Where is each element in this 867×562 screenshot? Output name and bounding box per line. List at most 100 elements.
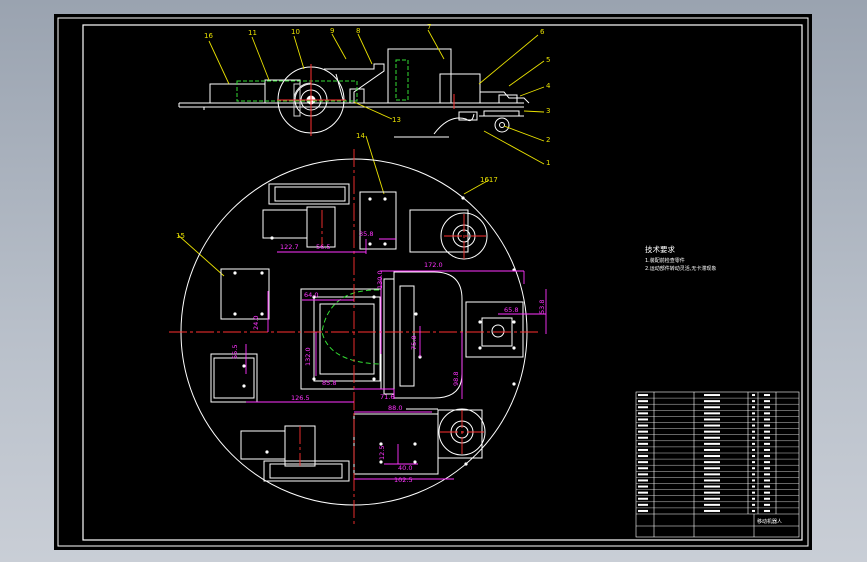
parts-list-glyph: [638, 509, 648, 512]
part-numbers: 16 11 10 9 8 7 6 5 4 3 2 1 13 14 15 1617: [176, 23, 551, 240]
parts-list-glyph: [752, 497, 755, 500]
parts-list-glyph: [764, 406, 770, 409]
title-block-name: 移动机器人: [757, 518, 782, 525]
parts-list-glyph: [764, 509, 770, 512]
part-label-4: 4: [546, 82, 551, 90]
dim-132-0: 132.0: [304, 347, 312, 366]
dim-55-5: 55.5: [231, 345, 239, 359]
dim-40-0: 40.0: [398, 464, 412, 472]
outer-border: [57, 17, 809, 547]
parts-list-glyph: [752, 400, 755, 403]
notes-title: 技术要求: [645, 244, 675, 254]
parts-list-glyph: [638, 479, 648, 482]
parts-list-glyph: [764, 485, 770, 488]
parts-list-glyph: [752, 485, 755, 488]
part-label-14: 14: [356, 132, 365, 140]
parts-list-glyph: [638, 412, 648, 415]
parts-list-glyph: [638, 497, 648, 500]
parts-list-glyph: [764, 473, 770, 476]
dim-12-5: 12.5: [378, 446, 386, 460]
cad-drawing: 16 11 10 9 8 7 6 5 4 3 2 1 13 14 15 1617: [57, 17, 809, 547]
parts-list-glyph: [638, 503, 648, 506]
part-label-5: 5: [546, 56, 550, 64]
parts-list-glyph: [764, 497, 770, 500]
parts-list-glyph: [752, 455, 755, 458]
parts-list-glyph: [638, 448, 648, 451]
parts-list-glyph: [704, 503, 720, 506]
parts-list-glyph: [704, 448, 720, 451]
notes-line-1: 1.装配前检查零件: [645, 257, 685, 264]
parts-list-glyph: [764, 491, 770, 494]
parts-list-glyph: [764, 412, 770, 415]
parts-list-glyph: [638, 485, 648, 488]
parts-list-glyph: [704, 442, 720, 445]
parts-list-glyph: [752, 430, 755, 433]
dim-75-0: 75.0: [410, 336, 418, 350]
dimension-lines: [245, 238, 547, 480]
parts-list-glyph: [704, 436, 720, 439]
part-label-8: 8: [356, 27, 360, 35]
parts-list-glyph: [704, 406, 720, 409]
parts-list-glyph: [638, 455, 648, 458]
parts-list-glyph: [764, 394, 770, 397]
parts-list-glyph: [704, 424, 720, 427]
part-label-3: 3: [546, 107, 550, 115]
parts-list-glyph: [752, 394, 755, 397]
dim-172-0: 172.0: [424, 261, 443, 269]
parts-list-glyph: [638, 400, 648, 403]
parts-list-glyph: [764, 479, 770, 482]
parts-list-glyph: [752, 467, 755, 470]
parts-list-glyph: [704, 497, 720, 500]
plan-centerlines: [169, 149, 539, 524]
parts-list-glyph: [752, 473, 755, 476]
drawing-sheet: 16 11 10 9 8 7 6 5 4 3 2 1 13 14 15 1617: [54, 14, 812, 550]
parts-list-glyph: [704, 461, 720, 464]
part-label-1: 1: [546, 159, 550, 167]
parts-list-glyph: [638, 442, 648, 445]
parts-list-glyph: [704, 479, 720, 482]
dim-102-5: 102.5: [394, 476, 413, 484]
dim-56-5: 56.5: [316, 243, 330, 251]
parts-list-glyph: [752, 442, 755, 445]
dim-24-0: 24.0: [252, 316, 260, 330]
parts-list-glyph: [704, 418, 720, 421]
parts-list-glyph: [764, 455, 770, 458]
parts-list-glyph: [704, 491, 720, 494]
part-label-11: 11: [248, 29, 257, 37]
part-label-10: 10: [291, 28, 300, 36]
notes-line-2: 2.运动部件转动灵活,无卡滞现象: [645, 265, 716, 272]
side-centermarks: [277, 64, 455, 136]
parts-list-glyph: [704, 485, 720, 488]
parts-list-glyph: [764, 467, 770, 470]
side-view: [178, 48, 530, 138]
parts-list-glyph: [752, 436, 755, 439]
parts-list-glyph: [752, 412, 755, 415]
parts-list-glyph: [638, 473, 648, 476]
parts-list-rows: [636, 397, 799, 509]
dim-71-6: 71.6: [380, 393, 394, 401]
dim-64-0: 64.0: [304, 291, 318, 299]
part-label-7: 7: [427, 23, 431, 31]
part-label-1617: 1617: [480, 176, 498, 184]
parts-list-glyph: [704, 509, 720, 512]
dim-122-7: 122.7: [280, 243, 299, 251]
parts-list-glyph: [638, 406, 648, 409]
dim-65-8: 65.8: [504, 306, 518, 314]
dim-35-8: 35.8: [359, 230, 373, 238]
dim-98-8: 98.8: [452, 372, 460, 386]
parts-list-glyph: [704, 467, 720, 470]
parts-list-glyph: [752, 418, 755, 421]
parts-list-glyph: [764, 418, 770, 421]
parts-list-glyph: [764, 400, 770, 403]
parts-list-glyph: [752, 461, 755, 464]
part-label-9: 9: [330, 27, 334, 35]
part-label-2: 2: [546, 136, 550, 144]
parts-list-glyph: [638, 491, 648, 494]
parts-list-glyph: [638, 467, 648, 470]
part-label-16: 16: [204, 32, 213, 40]
technical-notes: 技术要求 1.装配前检查零件 2.运动部件转动灵活,无卡滞现象: [645, 244, 716, 272]
parts-list-glyph: [704, 412, 720, 415]
parts-list-glyph: [704, 455, 720, 458]
parts-list-glyph: [638, 394, 648, 397]
dim-126-5: 126.5: [291, 394, 310, 402]
